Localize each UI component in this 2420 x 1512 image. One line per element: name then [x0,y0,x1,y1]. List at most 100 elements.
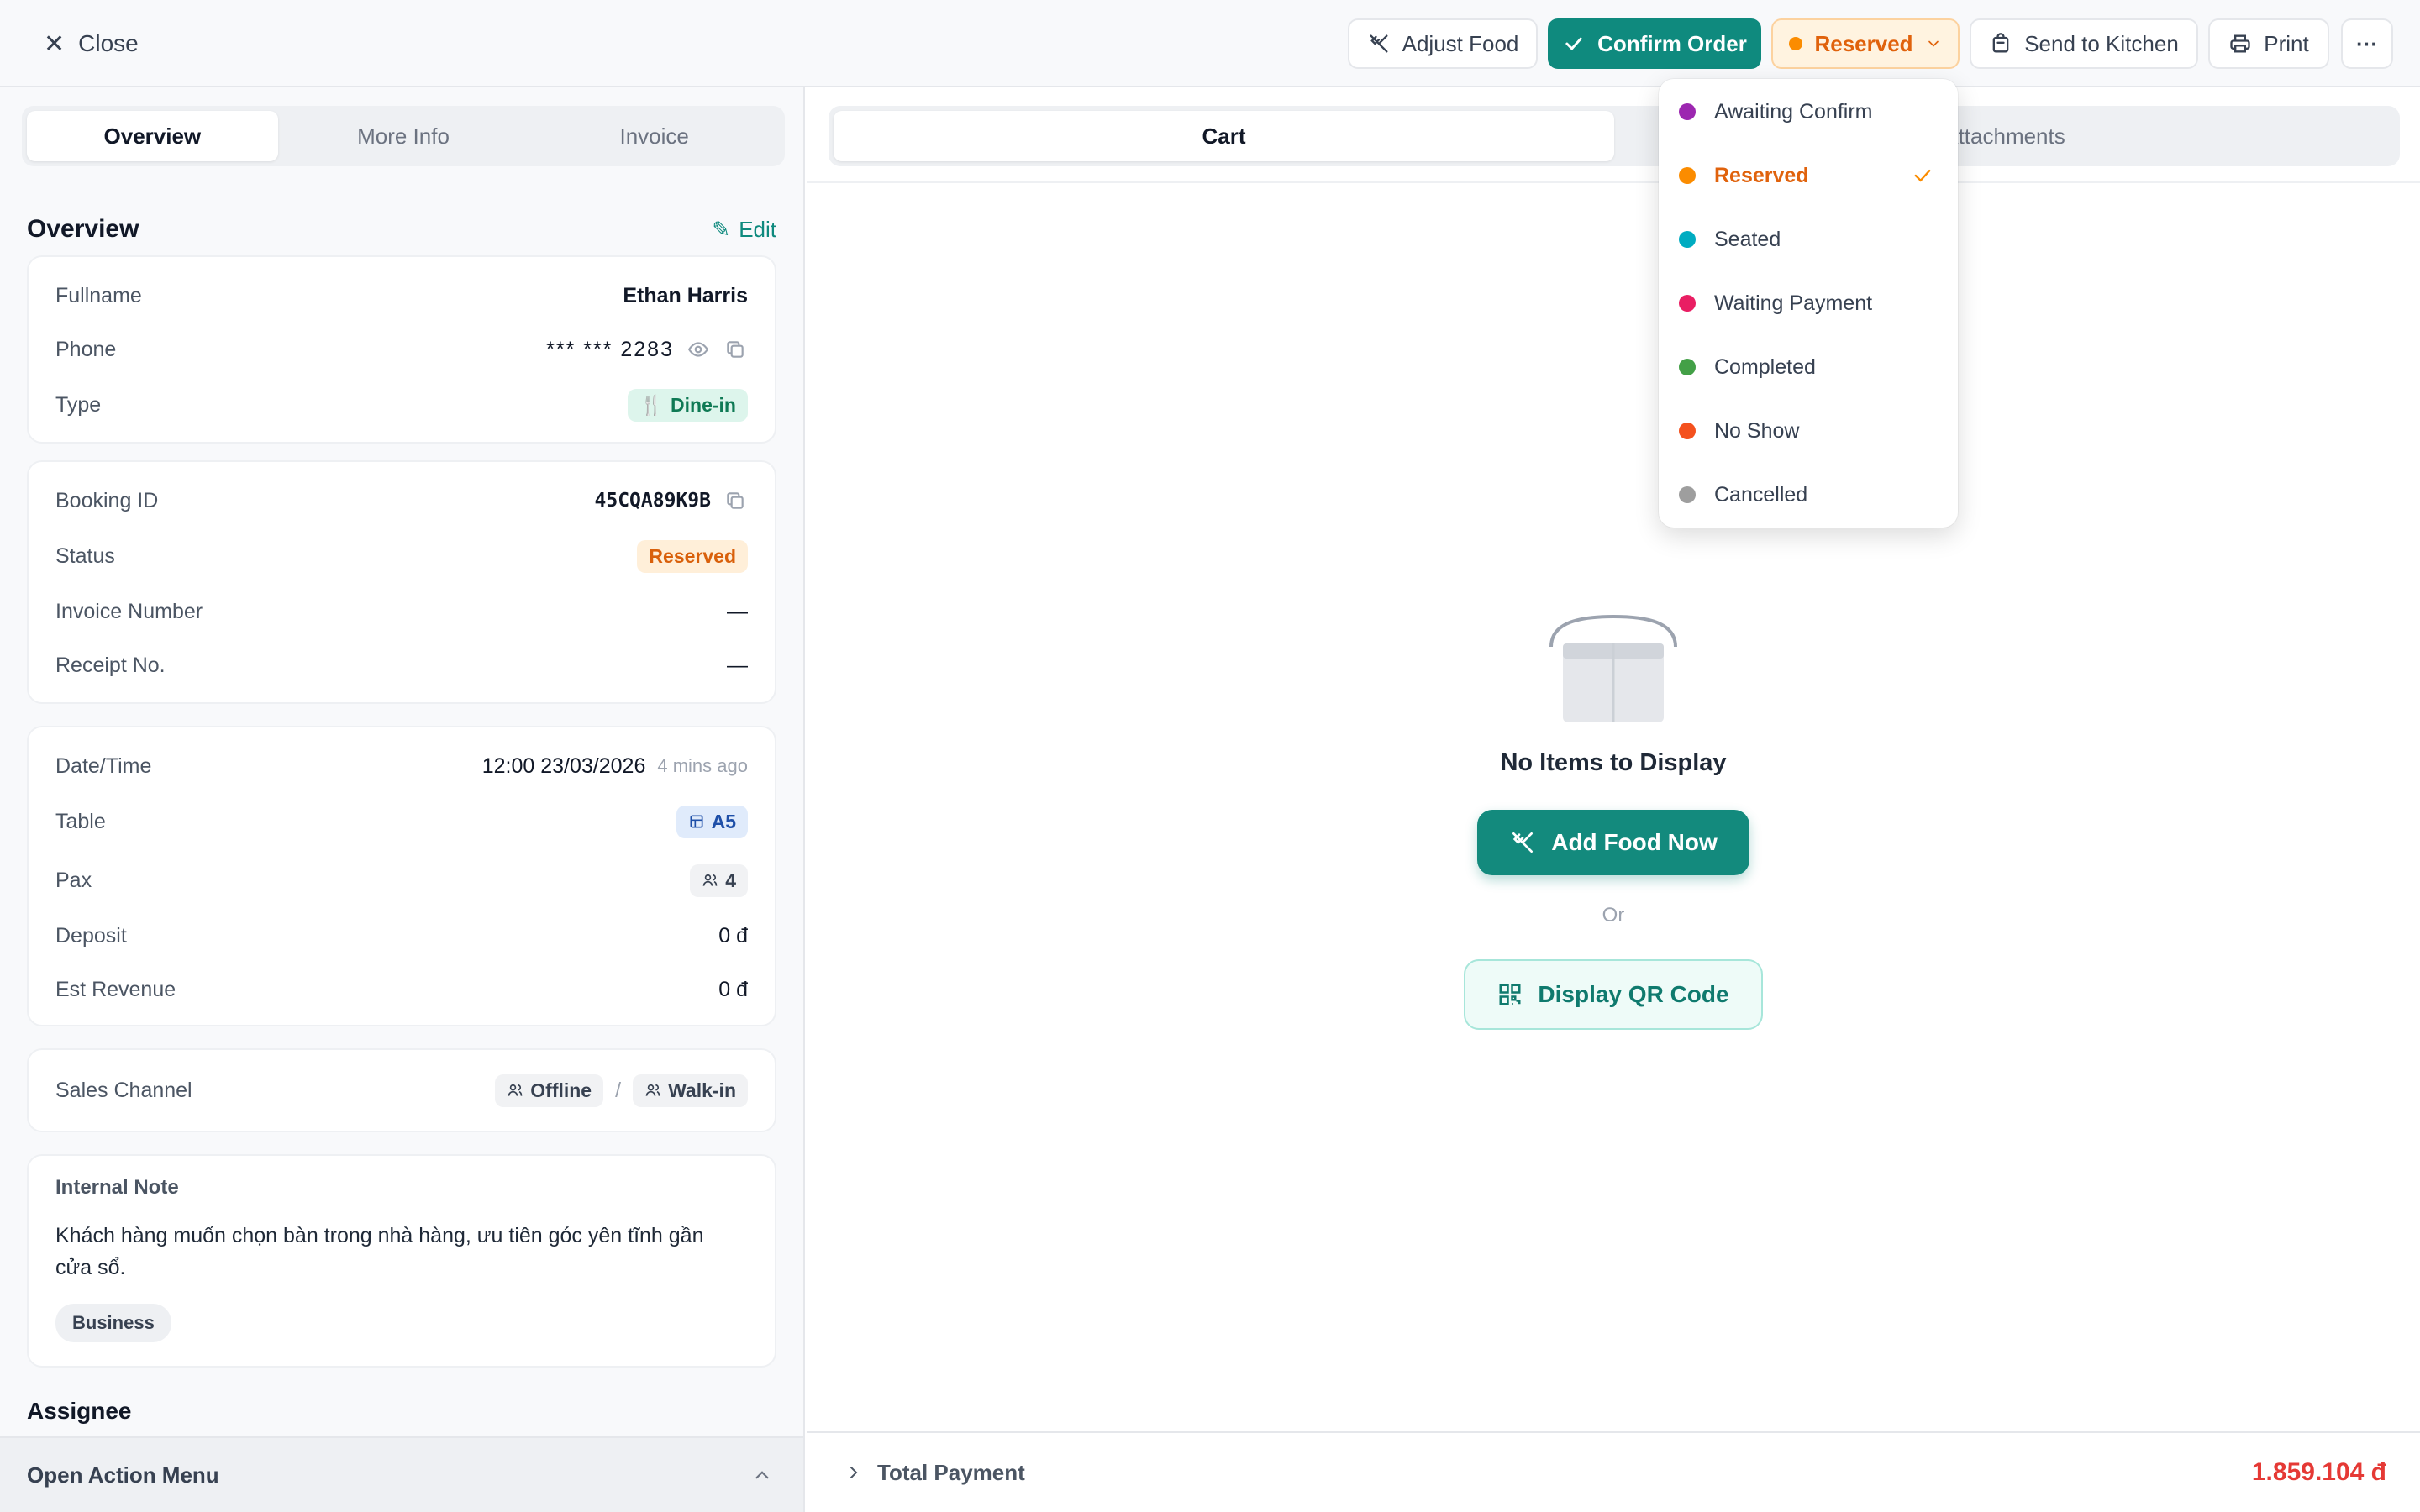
channel-separator: / [615,1078,622,1102]
booking-id-row: Booking ID 45CQA89K9B [55,480,748,521]
status-dot-icon [1679,486,1696,503]
invoice-number-row: Invoice Number — [55,591,748,632]
status-option-cancelled[interactable]: Cancelled [1659,465,1958,525]
table-badge[interactable]: A5 [676,805,748,838]
status-option-completed[interactable]: Completed [1659,337,1958,397]
status-dot-icon [1789,37,1803,50]
datetime-value: 12:00 23/03/2026 [481,753,646,778]
status-dropdown-menu: Awaiting Confirm Reserved Seated Waiting… [1659,79,1958,528]
utensils-icon: 🍴 [639,393,665,416]
table-row: Table A5 [55,801,748,842]
status-option-label: Completed [1714,354,1816,379]
pencil-icon: ✎ [712,217,731,242]
customer-card: Fullname Ethan Harris Phone *** *** 2283 [27,255,776,444]
print-label: Print [2264,30,2309,56]
tab-more-info[interactable]: More Info [278,111,529,161]
status-dot-icon [1679,231,1696,248]
confirm-order-label: Confirm Order [1597,30,1747,56]
add-food-now-button[interactable]: Add Food Now [1477,810,1749,875]
close-icon: ✕ [44,29,66,58]
sales-channel-row: Sales Channel Offline / Walk-in [55,1070,748,1110]
note-tag-business[interactable]: Business [55,1304,171,1342]
edit-button[interactable]: ✎ Edit [712,217,776,243]
est-revenue-label: Est Revenue [55,977,176,1001]
status-option-reserved[interactable]: Reserved [1659,145,1958,206]
status-dot-icon [1679,167,1696,184]
adjust-food-button[interactable]: Adjust Food [1348,18,1538,69]
eye-icon[interactable] [686,337,711,362]
phone-row: Phone *** *** 2283 [55,329,748,370]
qr-code-icon [1499,984,1521,1005]
assignee-title: Assignee [27,1398,132,1424]
deposit-value: 0 đ [718,923,748,948]
copy-booking-id-icon[interactable] [723,488,748,513]
channel-walkin-badge: Walk-in [633,1074,748,1107]
status-dropdown-button[interactable]: Reserved [1771,18,1960,69]
pax-row: Pax 4 [55,860,748,900]
total-payment-toggle[interactable]: Total Payment [844,1460,1025,1486]
datetime-row: Date/Time 12:00 23/03/2026 4 mins ago [55,746,748,786]
fullname-label: Fullname [55,283,142,307]
chevron-down-icon [1928,40,1939,47]
more-options-button[interactable]: ··· [2341,18,2393,69]
right-header-divider [807,181,2420,183]
chevron-up-icon [755,1471,769,1479]
display-qr-code-button[interactable]: Display QR Code [1464,959,1763,1030]
app-root: ✕ Close Adjust Food Confirm Order Reserv… [0,0,2420,1512]
status-option-label: No Show [1714,418,1800,443]
overview-title: Overview [27,215,139,243]
more-dots-icon: ··· [2356,30,2378,56]
reservation-card: Date/Time 12:00 23/03/2026 4 mins ago Ta… [27,726,776,1026]
send-to-kitchen-button[interactable]: Send to Kitchen [1970,18,2198,69]
right-panel: Cart Attachments No Items to Display Add… [807,87,2420,1512]
status-dot-icon [1679,295,1696,312]
sales-channel-label: Sales Channel [55,1078,192,1102]
pax-label: Pax [55,868,92,892]
phone-label: Phone [55,337,117,361]
status-option-label: Awaiting Confirm [1714,99,1873,123]
tab-overview[interactable]: Overview [27,111,278,161]
qr-label: Display QR Code [1538,981,1729,1007]
status-dot-icon [1679,359,1696,375]
close-button[interactable]: ✕ Close [44,24,139,64]
status-option-label: Reserved [1714,163,1809,187]
edit-label: Edit [739,217,776,242]
internal-note-card: Internal Note Khách hàng muốn chọn bàn t… [27,1154,776,1368]
close-label: Close [78,30,139,56]
overview-scroll-area[interactable]: Overview ✎ Edit Fullname Ethan Harris Ph… [0,183,803,1512]
tab-invoice[interactable]: Invoice [529,111,780,161]
cutlery-icon [1370,34,1388,53]
chevron-right-icon [850,1467,858,1478]
status-option-seated[interactable]: Seated [1659,209,1958,270]
status-option-no-show[interactable]: No Show [1659,401,1958,461]
status-dot-icon [1679,423,1696,439]
status-dot-icon [1679,103,1696,120]
status-row-label: Status [55,543,115,568]
invoice-number-label: Invoice Number [55,599,203,623]
users-icon [508,1084,523,1096]
status-option-label: Cancelled [1714,482,1808,507]
cutlery-icon [1512,832,1534,853]
add-food-label: Add Food Now [1551,829,1718,855]
copy-phone-icon[interactable] [723,337,748,362]
confirm-order-button[interactable]: Confirm Order [1548,18,1761,69]
type-label: Type [55,392,102,417]
table-value: A5 [711,810,736,832]
users-icon [702,874,718,886]
total-payment-bar: Total Payment 1.859.104 đ [807,1431,2420,1512]
tab-cart[interactable]: Cart [834,111,1614,161]
open-action-menu-bar[interactable]: Open Action Menu [0,1436,803,1512]
est-revenue-row: Est Revenue 0 đ [55,969,748,1010]
receipt-value: — [727,653,748,677]
deposit-label: Deposit [55,923,127,948]
internal-note-text: Khách hàng muốn chọn bàn trong nhà hàng,… [55,1224,704,1279]
empty-state-title: No Items to Display [1500,749,1727,776]
left-panel: Overview More Info Invoice Overview ✎ Ed… [0,87,805,1512]
status-option-waiting-payment[interactable]: Waiting Payment [1659,273,1958,333]
kitchen-bag-icon [1992,33,2009,53]
pax-badge: 4 [690,864,748,897]
top-bar: ✕ Close Adjust Food Confirm Order Reserv… [0,0,2420,87]
channel-offline-badge: Offline [495,1074,604,1107]
print-button[interactable]: Print [2208,18,2329,69]
status-option-awaiting-confirm[interactable]: Awaiting Confirm [1659,81,1958,142]
